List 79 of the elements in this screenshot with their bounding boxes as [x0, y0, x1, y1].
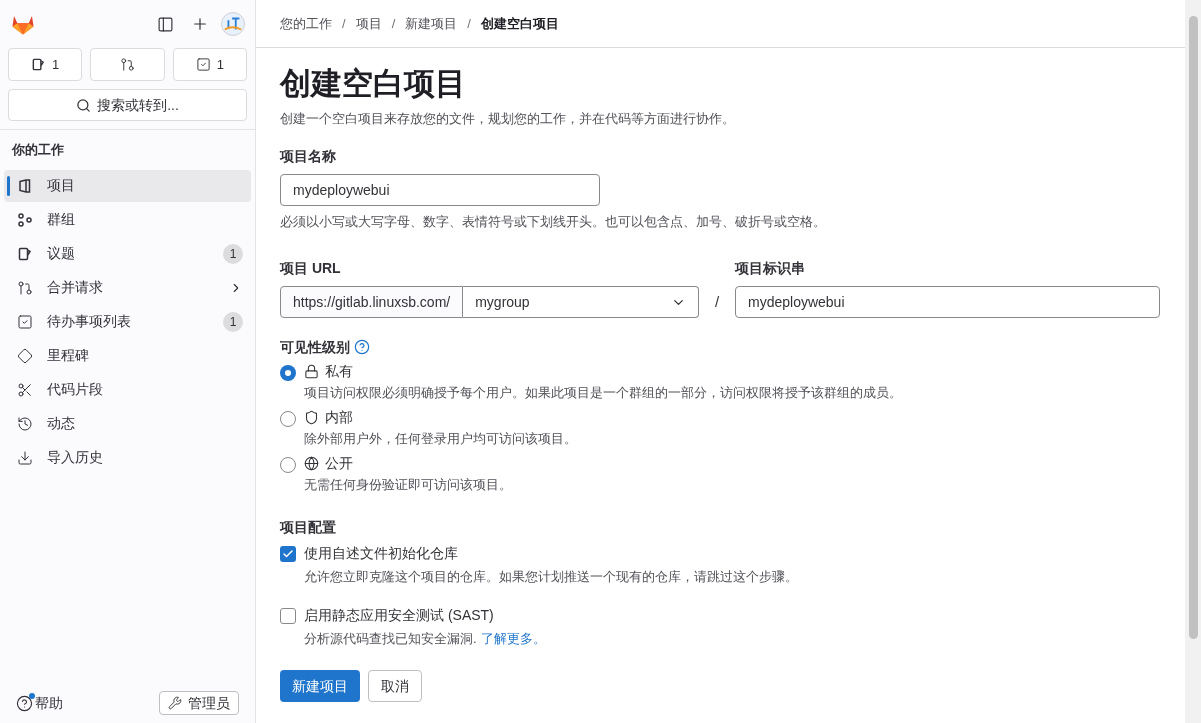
nav-item[interactable]: 群组	[4, 203, 251, 236]
todo-icon	[195, 57, 211, 72]
nav-item[interactable]: 合并请求	[4, 271, 251, 304]
radio-label: 内部	[325, 408, 353, 426]
nav-item[interactable]: 动态	[4, 407, 251, 440]
nav-icon	[17, 279, 33, 296]
url-separator: /	[713, 292, 721, 312]
count-badge: 1	[223, 311, 243, 332]
option-description: 分析源代码查找已知安全漏洞.	[304, 630, 477, 648]
radio-label: 私有	[325, 362, 353, 380]
sidebar-toggle-icon[interactable]	[157, 15, 174, 33]
checkbox-label: 启用静态应用安全测试 (SAST)	[304, 606, 495, 624]
globe-icon	[304, 455, 319, 471]
radio-button[interactable]	[280, 365, 296, 381]
count-badge: 1	[223, 243, 243, 264]
search-button[interactable]: 搜索或转到...	[8, 89, 247, 121]
breadcrumb-separator: /	[467, 14, 471, 33]
page-title: 创建空白项目	[280, 65, 467, 103]
plus-icon[interactable]	[191, 15, 209, 33]
section-label: 可见性级别	[280, 338, 350, 356]
field-label: 项目标识串	[735, 259, 806, 277]
checkbox[interactable]	[280, 608, 296, 624]
namespace-dropdown[interactable]: mygroup	[463, 286, 699, 318]
nav-item[interactable]: 里程碑	[4, 339, 251, 372]
option-description: 除外部用户外，任何登录用户均可访问该项目。	[304, 430, 577, 448]
breadcrumb-separator: /	[342, 14, 346, 33]
counter-button[interactable]: 1	[8, 48, 83, 81]
avatar[interactable]	[221, 12, 245, 36]
nav-icon	[17, 347, 33, 364]
breadcrumb-link[interactable]: 项目	[355, 13, 382, 34]
issue-icon	[31, 57, 47, 72]
url-prefix: https://gitlab.linuxsb.com/	[280, 286, 464, 318]
page-description: 创建一个空白项目来存放您的文件，规划您的工作，并在代码等方面进行协作。	[280, 110, 736, 128]
checkbox-label: 使用自述文件初始化仓库	[304, 544, 459, 562]
field-hint: 必须以小写或大写字母、数字、表情符号或下划线开头。也可以包含点、加号、破折号或空格。	[280, 213, 827, 231]
shield-icon	[304, 409, 319, 425]
merge-request-icon	[120, 57, 135, 72]
radio-button[interactable]	[280, 457, 296, 473]
nav-icon	[17, 449, 33, 466]
nav-icon	[17, 211, 33, 228]
nav-item[interactable]: 代码片段	[4, 373, 251, 406]
create-project-button[interactable]: 新建项目	[280, 670, 360, 702]
radio-label: 公开	[325, 454, 353, 472]
field-label: 项目 URL	[280, 259, 342, 277]
checkbox[interactable]	[280, 546, 296, 562]
breadcrumb-link[interactable]: 新建项目	[405, 13, 458, 34]
check-icon	[282, 548, 294, 560]
nav-icon	[17, 313, 33, 330]
cancel-button[interactable]: 取消	[368, 670, 422, 702]
option-description: 项目访问权限必须明确授予每个用户。如果此项目是一个群组的一部分，访问权限将授予该群组的成员。	[304, 384, 902, 402]
nav-icon	[17, 415, 33, 432]
nav-icon	[17, 381, 33, 398]
option-description: 无需任何身份验证即可访问该项目。	[304, 476, 512, 494]
search-icon	[76, 97, 92, 113]
project-name-field[interactable]: mydeploywebui	[280, 174, 600, 206]
learn-more-link[interactable]: 了解更多。	[480, 630, 546, 648]
counter-button[interactable]: 1	[172, 48, 247, 81]
nav-item[interactable]: 项目	[4, 169, 251, 202]
option-description: 允许您立即克隆这个项目的仓库。如果您计划推送一个现有的仓库，请跳过这个步骤。	[304, 568, 798, 586]
nav-item[interactable]: 议题 1	[4, 237, 251, 270]
nav-item[interactable]: 导入历史	[4, 441, 251, 474]
breadcrumb-separator: /	[391, 14, 396, 33]
project-slug-field[interactable]: mydeploywebui	[735, 286, 1160, 318]
help-link[interactable]: 帮助	[16, 692, 63, 714]
nav-item[interactable]: 待办事项列表 1	[4, 305, 251, 338]
breadcrumb-link[interactable]: 创建空白项目	[480, 13, 559, 34]
admin-button[interactable]: 管理员	[159, 691, 239, 715]
section-title: 你的工作	[10, 141, 65, 159]
radio-button[interactable]	[280, 411, 296, 427]
nav-icon	[17, 245, 33, 262]
help-icon[interactable]	[354, 339, 370, 355]
lock-icon	[304, 363, 319, 379]
section-label: 项目配置	[280, 518, 337, 536]
wrench-icon	[168, 696, 182, 710]
field-label: 项目名称	[280, 147, 337, 165]
scrollbar[interactable]	[1185, 0, 1201, 723]
nav-icon	[17, 177, 33, 194]
breadcrumb-link[interactable]: 您的工作	[280, 13, 332, 34]
help-icon	[16, 694, 33, 712]
